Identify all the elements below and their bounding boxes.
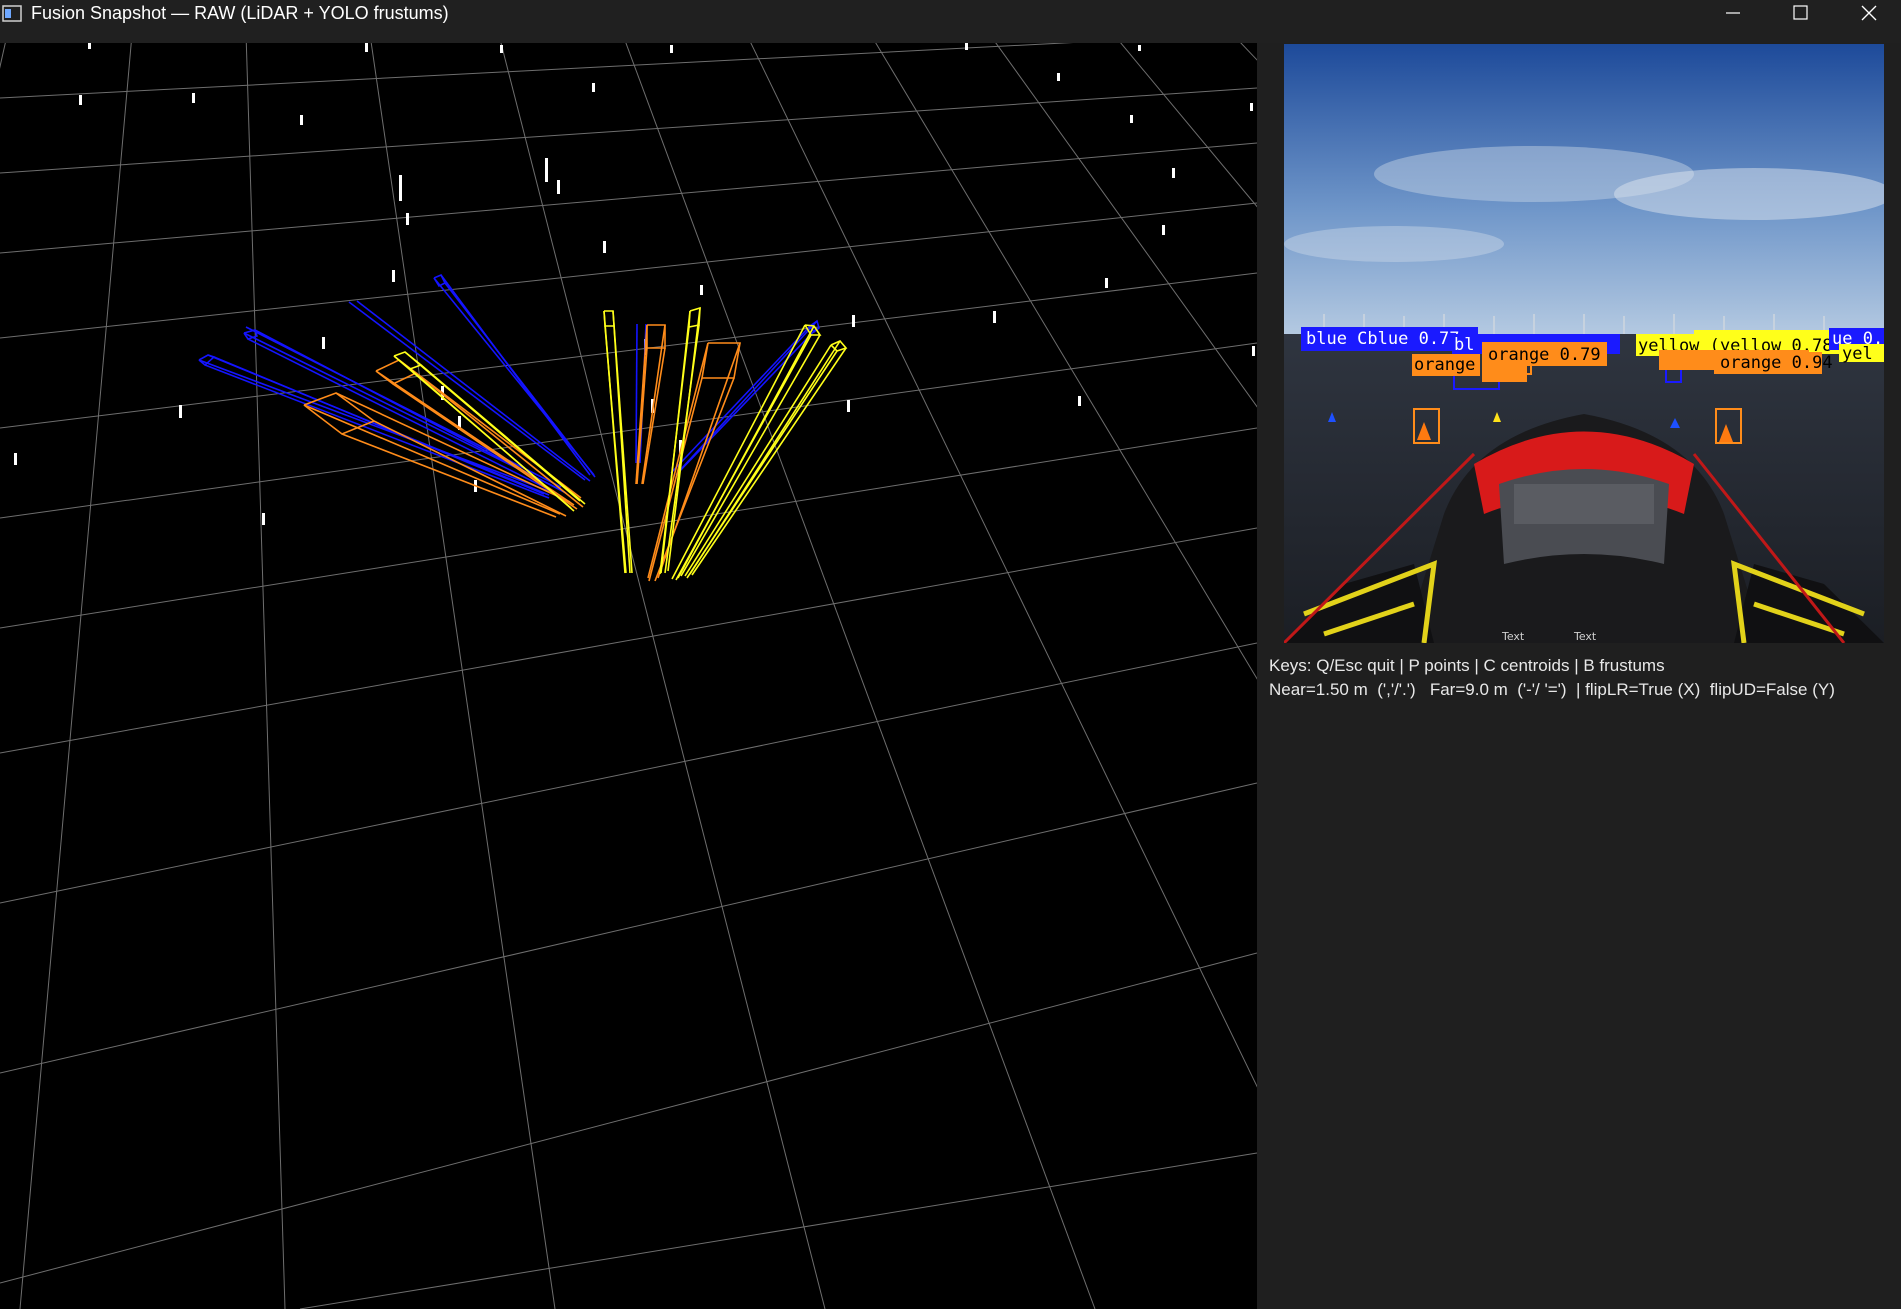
app-icon (2, 5, 22, 22)
frustum-wireframes (198, 273, 848, 582)
camera-frame: Text Text blue Cblue 0.77 bl orange 0.79… (1284, 44, 1884, 643)
det-label-orange-079: orange 0.79 (1488, 345, 1601, 365)
overlay-text-1: Text (1501, 630, 1525, 643)
minimize-button[interactable] (1700, 0, 1766, 28)
params-status-text: Near=1.50 m (','/'.') Far=9.0 m ('-'/ '=… (1269, 680, 1835, 699)
camera-image-panel: Text Text blue Cblue 0.77 bl orange 0.79… (1284, 44, 1884, 643)
close-icon (1861, 5, 1877, 21)
window-title: Fusion Snapshot — RAW (LiDAR + YOLO frus… (31, 3, 449, 23)
lidar-points (14, 43, 1255, 525)
det-label-orange-094: orange 0.94 (1720, 353, 1833, 373)
keys-help-text: Keys: Q/Esc quit | P points | C centroid… (1269, 656, 1665, 675)
det-label-blue-partial: bl (1454, 335, 1474, 355)
close-button[interactable] (1836, 0, 1901, 28)
ground-grid (0, 43, 1257, 1309)
overlay-text-2: Text (1573, 630, 1597, 643)
maximize-icon (1793, 5, 1808, 20)
det-label-yellow-right: yel (1842, 344, 1873, 364)
minimize-icon (1726, 12, 1740, 14)
det-label-orange-left: orange (1414, 355, 1475, 375)
maximize-button[interactable] (1768, 0, 1834, 28)
lidar-3d-viewport[interactable] (0, 43, 1257, 1309)
title-bar: Fusion Snapshot — RAW (LiDAR + YOLO frus… (0, 0, 1901, 43)
lidar-scene (0, 43, 1257, 1309)
det-label-blue-077: blue Cblue 0.77 (1306, 329, 1460, 349)
